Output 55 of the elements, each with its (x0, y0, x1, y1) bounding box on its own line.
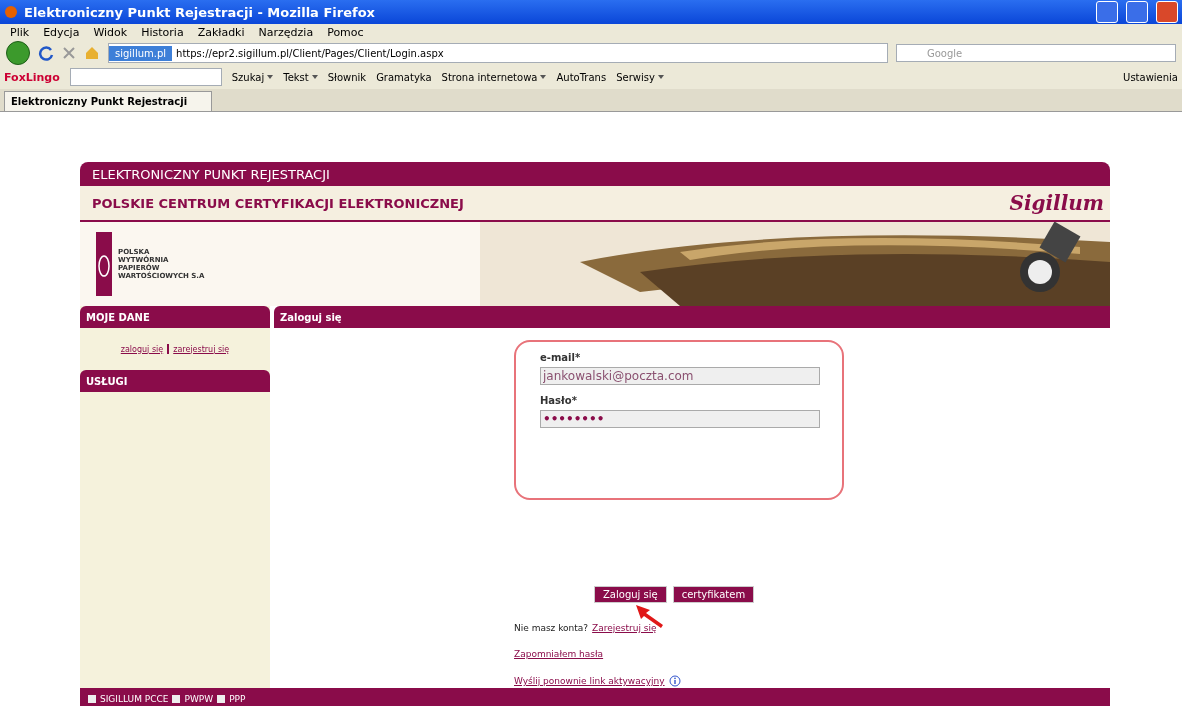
email-label: e-mail* (540, 352, 582, 363)
stop-icon[interactable] (62, 46, 76, 60)
password-label: Hasło* (540, 395, 578, 406)
login-button[interactable]: Zaloguj się (594, 586, 667, 603)
minimize-button[interactable] (1096, 1, 1118, 23)
resend-activation-link[interactable]: Wyślij ponownie link aktywacyjny (514, 676, 665, 686)
site-subtitle: POLSKIE CENTRUM CERTYFIKACJI ELEKTRONICZNEJ (92, 195, 464, 211)
login-link[interactable]: zaloguj się (120, 344, 164, 354)
dropdown-caret-icon[interactable] (267, 75, 274, 79)
email-field[interactable]: jankowalski@poczta.com (540, 367, 820, 385)
menu-item[interactable]: Historia (141, 26, 184, 39)
toolbar-item[interactable]: Słownik (327, 71, 367, 83)
toolbar-item[interactable]: AutoTrans (556, 71, 607, 83)
settings-item[interactable]: Ustawienia (1123, 71, 1178, 83)
reload-icon[interactable] (38, 45, 54, 61)
info-icon[interactable] (668, 675, 681, 687)
menu-item[interactable]: Edycja (43, 26, 80, 39)
footer-link[interactable]: PPP (229, 694, 246, 704)
toolbar-item[interactable]: Gramatyka (376, 71, 432, 83)
dropdown-caret-icon[interactable] (540, 75, 547, 79)
toolbar-item[interactable]: Serwisy (616, 71, 655, 83)
toolbar-item[interactable]: Strona internetowa (441, 71, 538, 83)
footer-link[interactable]: PWPW (184, 694, 214, 704)
forgot-password-link[interactable]: Zapomniałem hasła (514, 649, 604, 659)
menu-item[interactable]: Zakładki (197, 26, 245, 39)
footer-icon (217, 695, 226, 703)
toolbar-item[interactable]: Tekst (283, 71, 309, 83)
emblem-icon (96, 232, 112, 296)
menu-item[interactable]: Widok (93, 26, 128, 39)
address-field[interactable]: sigillum.pl https://epr2.sigillum.pl/Client/Pages/Client/Login.aspx (108, 43, 888, 63)
restore-button[interactable] (1126, 1, 1148, 23)
menu-item[interactable]: Plik (10, 26, 30, 39)
certificate-button[interactable]: certyfikatem (672, 586, 755, 603)
password-field[interactable]: •••••••• (540, 410, 820, 428)
content-header: Zaloguj się (274, 306, 1110, 328)
dropdown-caret-icon[interactable] (657, 75, 664, 79)
sidebar-header: MOJE DANE (80, 306, 270, 328)
footer-icon (88, 695, 96, 703)
register-link[interactable]: Zarejestruj się (592, 623, 657, 633)
window-title: Elektroniczny Punkt Rejestracji - Mozilla Firefox (24, 4, 376, 20)
footer-link[interactable]: SIGILLUM PCCE (100, 694, 169, 704)
browser-tab[interactable]: Elektroniczny Punkt Rejestracji (4, 91, 212, 111)
menu-item[interactable]: Pomoc (327, 26, 364, 39)
sidebar-header: USŁUGI (80, 370, 270, 392)
toolbar-brand[interactable]: FoxLingo (4, 70, 60, 84)
menu-item[interactable]: Narzędzia (258, 26, 314, 39)
footer-icon (172, 695, 181, 703)
close-button[interactable] (1156, 1, 1178, 23)
no-account-text: Nie masz konta? (514, 623, 589, 633)
toolbar-item[interactable]: Szukaj (231, 71, 265, 83)
register-link[interactable]: zarejestruj się (173, 344, 230, 354)
site-top-bar: ELEKTRONICZNY PUNKT REJESTRACJI (80, 162, 1110, 186)
brand-logo: Sigillum (1009, 191, 1104, 215)
dropdown-caret-icon[interactable] (311, 75, 318, 79)
back-button[interactable] (6, 41, 30, 65)
